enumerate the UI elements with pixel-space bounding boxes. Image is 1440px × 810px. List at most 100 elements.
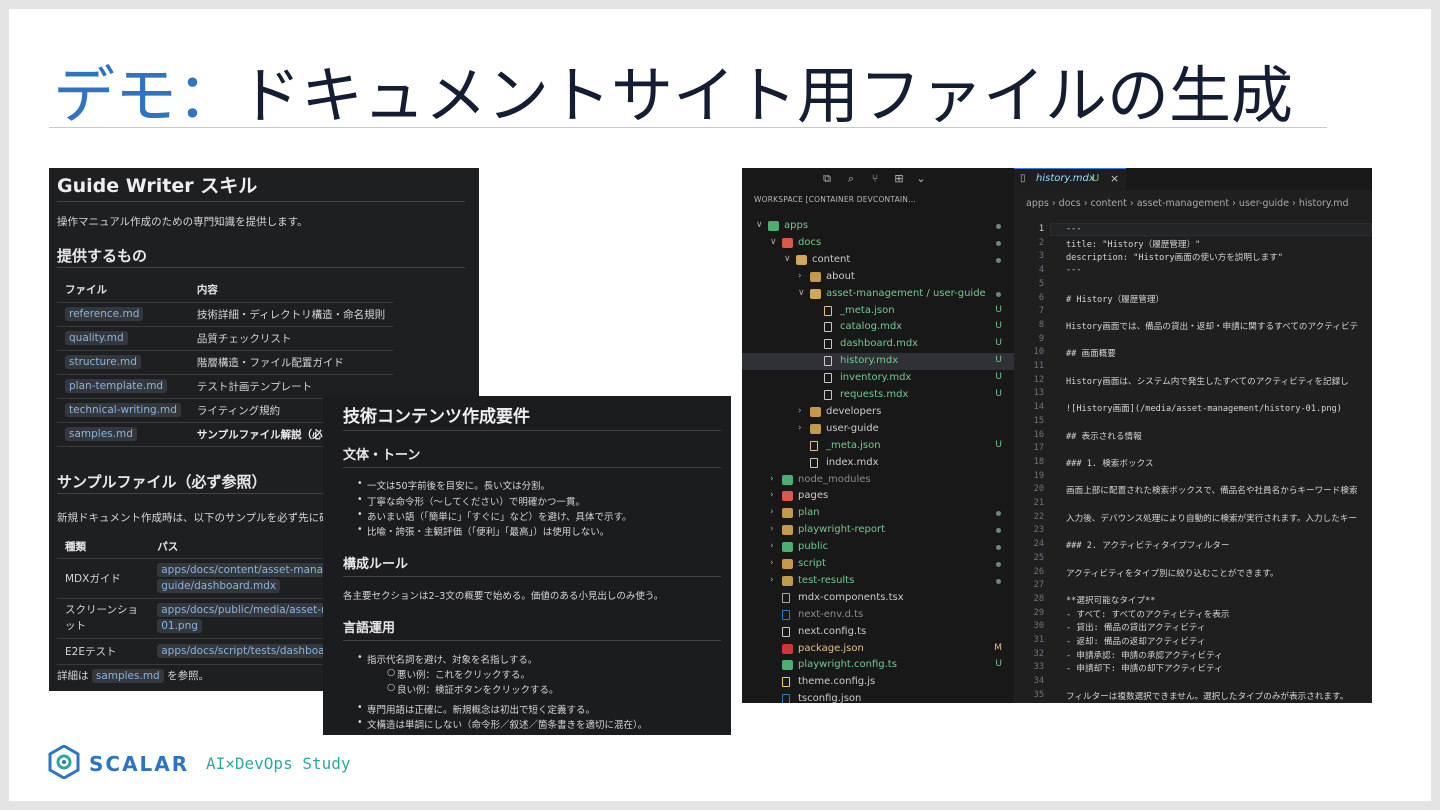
table-cell: スクリーンショ bbox=[65, 604, 138, 616]
list-item: 良い例：検証ボタンをクリックする。 bbox=[387, 682, 558, 696]
breadcrumb[interactable]: apps › docs › content › asset-management… bbox=[1026, 198, 1349, 209]
chevron-right-icon[interactable]: › bbox=[770, 474, 774, 484]
file-link[interactable]: plan-template.md bbox=[65, 379, 168, 393]
tree-item[interactable]: › test-results bbox=[742, 573, 1014, 590]
path-link[interactable]: apps/docs/public/media/asset-ma bbox=[157, 603, 342, 617]
chevron-right-icon[interactable]: › bbox=[798, 406, 802, 416]
tree-item[interactable]: ∨ asset-management / user-guide bbox=[742, 286, 1014, 303]
chevron-down-icon[interactable]: ∨ bbox=[756, 220, 763, 230]
tree-item-label: docs bbox=[798, 236, 822, 248]
brand-name: SCALAR bbox=[89, 752, 190, 776]
code-line: 7 bbox=[1014, 306, 1372, 320]
file-icon bbox=[768, 221, 779, 231]
file-link[interactable]: reference.md bbox=[65, 307, 144, 321]
footer-text: 詳細は bbox=[57, 670, 89, 682]
chevron-right-icon[interactable]: › bbox=[798, 271, 802, 281]
chevron-right-icon[interactable]: › bbox=[770, 490, 774, 500]
tree-item[interactable]: index.mdx bbox=[742, 455, 1014, 472]
tree-item-label: theme.config.js bbox=[798, 676, 876, 688]
tree-item[interactable]: › playwright-report bbox=[742, 522, 1014, 539]
table-cell: ット bbox=[65, 620, 86, 632]
line-number: 28 bbox=[1033, 593, 1044, 604]
line-content: **選択可能なタイプ** bbox=[1066, 595, 1156, 606]
tree-item[interactable]: catalog.mdx U bbox=[742, 319, 1014, 336]
panel1-section2: サンプルファイル（必ず参照） bbox=[57, 473, 267, 491]
chevron-right-icon[interactable]: › bbox=[770, 524, 774, 534]
file-icon bbox=[824, 390, 832, 400]
tree-item[interactable]: next-env.d.ts bbox=[742, 607, 1014, 624]
tree-item[interactable]: tsconfig.json bbox=[742, 691, 1014, 703]
panel2-heading: 技術コンテンツ作成要件 bbox=[343, 407, 530, 427]
table-cell: MDXガイド bbox=[57, 558, 150, 599]
samples-link[interactable]: samples.md bbox=[91, 669, 164, 683]
tree-item[interactable]: › plan bbox=[742, 505, 1014, 522]
chevron-down-icon[interactable]: ∨ bbox=[798, 288, 805, 298]
chevron-right-icon[interactable]: › bbox=[798, 423, 802, 433]
source-control-icon[interactable]: ⑂ bbox=[868, 172, 882, 186]
tree-item[interactable]: › about bbox=[742, 269, 1014, 286]
code-line: 10 ## 画面概要 bbox=[1014, 347, 1372, 361]
git-status: U bbox=[995, 439, 1002, 450]
chevron-right-icon[interactable]: › bbox=[770, 575, 774, 585]
tree-item[interactable]: › pages bbox=[742, 488, 1014, 505]
git-status: U bbox=[995, 321, 1002, 332]
code-line: 18 ### 1. 検索ボックス bbox=[1014, 457, 1372, 471]
extensions-icon[interactable]: ⊞ bbox=[892, 172, 906, 186]
file-link[interactable]: quality.md bbox=[65, 331, 128, 345]
table-cell: 階層構造・ファイル配置ガイド bbox=[188, 350, 394, 375]
table-row: MDXガイド apps/docs/content/asset-manage guid… bbox=[57, 558, 357, 599]
tree-item[interactable]: requests.mdx U bbox=[742, 387, 1014, 404]
col-header: ファイル bbox=[57, 278, 189, 303]
tree-item[interactable]: › node_modules bbox=[742, 472, 1014, 489]
tree-item-label: inventory.mdx bbox=[840, 372, 912, 384]
search-icon[interactable]: ⌕ bbox=[844, 172, 858, 186]
file-link[interactable]: technical-writing.md bbox=[65, 403, 181, 417]
line-number: 22 bbox=[1033, 511, 1044, 522]
explorer-icon[interactable]: ⧉ bbox=[820, 172, 834, 186]
tree-item[interactable]: inventory.mdx U bbox=[742, 370, 1014, 387]
tree-item[interactable]: mdx-components.tsx bbox=[742, 590, 1014, 607]
path-link[interactable]: 01.png bbox=[157, 619, 202, 633]
tree-item[interactable]: _meta.json U bbox=[742, 303, 1014, 320]
line-number: 20 bbox=[1033, 484, 1044, 495]
path-link[interactable]: apps/docs/content/asset-manage bbox=[157, 563, 341, 577]
tree-item[interactable]: ∨ content bbox=[742, 252, 1014, 269]
tree-item[interactable]: playwright.config.ts U bbox=[742, 657, 1014, 674]
tree-item-label: script bbox=[798, 558, 826, 569]
tree-item[interactable]: › public bbox=[742, 539, 1014, 556]
chevron-down-icon[interactable]: ⌄ bbox=[914, 172, 928, 186]
tree-item[interactable]: theme.config.js bbox=[742, 674, 1014, 691]
samples-table: 種類 パス MDXガイド apps/docs/content/asset-manag… bbox=[57, 536, 357, 665]
line-content: ### 2. アクティビティタイプフィルター bbox=[1066, 541, 1230, 552]
tree-item[interactable]: package.json M bbox=[742, 641, 1014, 658]
tree-item[interactable]: next.config.ts bbox=[742, 624, 1014, 641]
tab-history[interactable]: ▯ history.mdx U × bbox=[1014, 168, 1126, 190]
workspace-header[interactable]: WORKSPACE [CONTAINER DEVCONTAIN... bbox=[754, 195, 916, 204]
tree-item-label: playwright-report bbox=[798, 524, 885, 536]
file-link[interactable]: samples.md bbox=[65, 427, 137, 441]
tree-item[interactable]: › user-guide bbox=[742, 421, 1014, 438]
tree-item-label: tsconfig.json bbox=[798, 693, 862, 703]
tree-item[interactable]: _meta.json U bbox=[742, 438, 1014, 455]
close-icon[interactable]: × bbox=[1110, 172, 1119, 185]
tree-item[interactable]: ∨ apps bbox=[742, 218, 1014, 235]
tree-item[interactable]: › developers bbox=[742, 404, 1014, 421]
code-line: 34 bbox=[1014, 676, 1372, 690]
table-cell: E2Eテスト bbox=[57, 638, 150, 665]
chevron-down-icon[interactable]: ∨ bbox=[784, 254, 791, 264]
line-content: History画面では、備品の貸出・返却・申請に関するすべてのアクティビテ bbox=[1066, 321, 1359, 332]
tree-item[interactable]: dashboard.mdx U bbox=[742, 336, 1014, 353]
chevron-right-icon[interactable]: › bbox=[770, 507, 774, 517]
tree-item-label: plan bbox=[798, 507, 820, 519]
path-link[interactable]: guide/dashboard.mdx bbox=[157, 579, 281, 593]
chevron-down-icon[interactable]: ∨ bbox=[770, 237, 777, 247]
path-link[interactable]: apps/docs/script/tests/dashboard bbox=[157, 644, 340, 658]
chevron-right-icon[interactable]: › bbox=[770, 558, 774, 568]
tree-item[interactable]: ∨ docs bbox=[742, 235, 1014, 252]
tree-item[interactable]: history.mdx U bbox=[742, 353, 1014, 371]
list-item: 一文は50字前後を目安に。長い文は分割。 bbox=[357, 478, 550, 492]
tree-item[interactable]: › script bbox=[742, 556, 1014, 573]
file-link[interactable]: structure.md bbox=[65, 355, 141, 369]
chevron-right-icon[interactable]: › bbox=[770, 541, 774, 551]
line-number: 17 bbox=[1033, 443, 1044, 454]
